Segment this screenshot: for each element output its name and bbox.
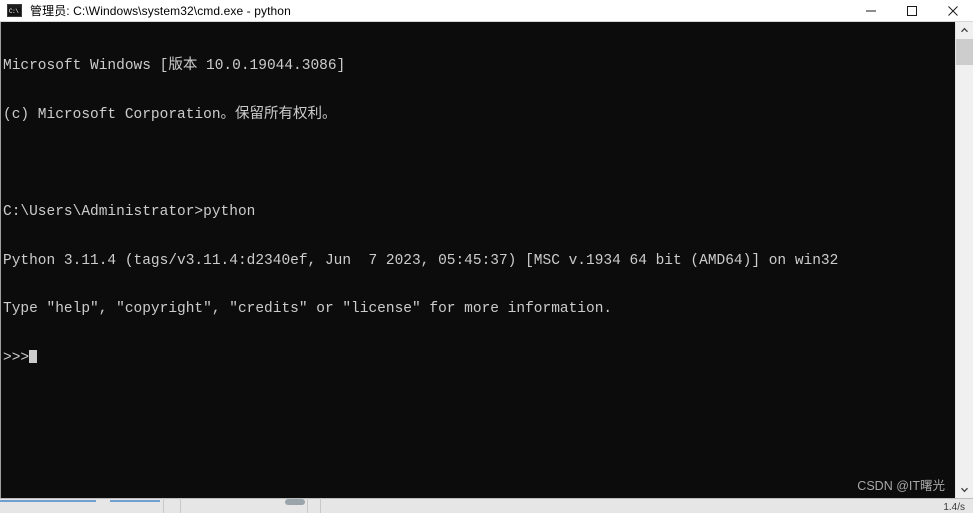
- scroll-down-button[interactable]: [956, 481, 973, 498]
- taskbar-clock[interactable]: 1.4/s: [943, 502, 965, 513]
- console-line: Type "help", "copyright", "credits" or "…: [3, 301, 613, 318]
- text-cursor: [29, 350, 38, 364]
- cmd-exe-icon: C:\: [7, 3, 23, 19]
- close-icon: [947, 5, 958, 16]
- screen-root: C:\ 管理员: C:\Windows\system32\cmd.exe - p…: [0, 0, 973, 513]
- maximize-button[interactable]: [891, 0, 932, 21]
- window-controls: [850, 0, 973, 21]
- taskbar-divider: [180, 498, 181, 513]
- taskbar-item-2[interactable]: [110, 500, 160, 502]
- taskbar-item-1[interactable]: [0, 500, 96, 502]
- chevron-up-icon: [960, 27, 969, 33]
- taskbar-divider: [163, 498, 164, 513]
- chevron-down-icon: [960, 487, 969, 493]
- scrollbar-thumb[interactable]: [956, 39, 973, 65]
- console-area: Microsoft Windows [版本 10.0.19044.3086] (…: [0, 22, 973, 498]
- scrollbar-track[interactable]: [956, 39, 973, 481]
- scroll-up-button[interactable]: [956, 22, 973, 39]
- window-title: 管理员: C:\Windows\system32\cmd.exe - pytho…: [30, 4, 291, 18]
- console-prompt-line: >>>: [3, 350, 955, 366]
- taskbar-item-3[interactable]: [285, 499, 305, 505]
- cmd-window: C:\ 管理员: C:\Windows\system32\cmd.exe - p…: [0, 0, 973, 498]
- cmd-icon-glyph: C:\: [9, 7, 19, 15]
- taskbar-top-border: [0, 498, 973, 499]
- console-output[interactable]: Microsoft Windows [版本 10.0.19044.3086] (…: [1, 22, 955, 498]
- taskbar-divider: [320, 498, 321, 513]
- python-prompt: >>>: [3, 350, 30, 367]
- minimize-button[interactable]: [850, 0, 891, 21]
- maximize-icon: [906, 5, 917, 16]
- console-line: C:\Users\Administrator>python: [3, 204, 256, 221]
- console-line: Python 3.11.4 (tags/v3.11.4:d2340ef, Jun…: [3, 252, 839, 269]
- console-line: (c) Microsoft Corporation。保留所有权利。: [3, 107, 337, 124]
- close-button[interactable]: [932, 0, 973, 21]
- vertical-scrollbar[interactable]: [955, 22, 973, 498]
- taskbar[interactable]: 1.4/s: [0, 498, 973, 513]
- minimize-icon: [865, 10, 876, 11]
- taskbar-divider: [307, 498, 308, 513]
- title-bar[interactable]: C:\ 管理员: C:\Windows\system32\cmd.exe - p…: [0, 0, 973, 22]
- console-line: Microsoft Windows [版本 10.0.19044.3086]: [3, 58, 346, 75]
- watermark: CSDN @IT曙光: [857, 478, 945, 493]
